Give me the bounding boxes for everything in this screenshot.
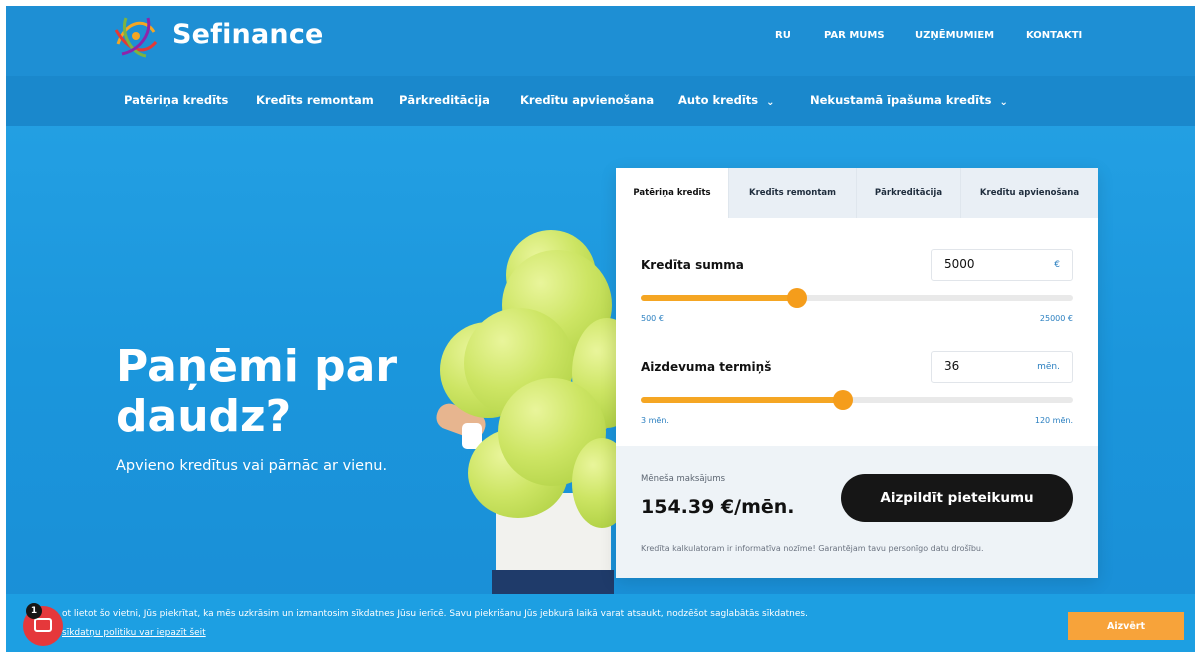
brand-name[interactable]: Sefinance: [172, 19, 324, 50]
calculator-disclaimer: Kredīta kalkulatoram ir informatīva nozī…: [641, 544, 984, 553]
cookie-text: ot lietot šo vietni, Jūs piekrītat, ka m…: [62, 609, 808, 619]
chat-widget-button[interactable]: 1: [23, 603, 63, 646]
hero-subtitle: Apvieno kredītus vai pārnāc ar vienu.: [116, 458, 388, 474]
cookie-close-button[interactable]: Aizvērt: [1068, 612, 1184, 640]
hero-illustration: [426, 218, 642, 610]
calculator-tabs: Patēriņa kredīts Kredīts remontam Pārkre…: [616, 168, 1098, 218]
top-nav-business[interactable]: UZŅĒMUMIEM: [915, 30, 994, 41]
loan-calculator: Patēriņa kredīts Kredīts remontam Pārkre…: [616, 168, 1098, 578]
amount-slider-track[interactable]: [641, 288, 1073, 308]
sefinance-logo-icon[interactable]: [112, 14, 160, 60]
term-label: Aizdevuma termiņš: [641, 360, 772, 374]
amount-max-label: 25000 €: [1039, 314, 1073, 323]
apply-button[interactable]: Aizpildīt pieteikumu: [841, 474, 1073, 522]
top-nav-about[interactable]: PAR MUMS: [824, 30, 885, 41]
tab-renovation-credit[interactable]: Kredīts remontam: [728, 168, 856, 218]
calculator-summary: Mēneša maksājums 154.39 €/mēn. Aizpildīt…: [616, 446, 1098, 578]
nav-credit-consolidation[interactable]: Kredītu apvienošana: [520, 93, 654, 107]
term-max-label: 120 mēn.: [1034, 416, 1073, 425]
amount-unit: €: [1054, 260, 1060, 270]
nav-real-estate-credit[interactable]: Nekustamā īpašuma kredīts ⌄: [810, 93, 1008, 108]
top-nav-ru[interactable]: RU: [775, 30, 791, 41]
tab-consumer-credit[interactable]: Patēriņa kredīts: [616, 168, 728, 218]
monthly-payment-value: 154.39 €/mēn.: [641, 496, 795, 518]
cookie-banner: ot lietot šo vietni, Jūs piekrītat, ka m…: [6, 594, 1195, 652]
chat-icon: [34, 618, 52, 632]
tab-credit-consolidation[interactable]: Kredītu apvienošana: [960, 168, 1098, 218]
top-nav-contacts[interactable]: KONTAKTI: [1026, 30, 1082, 41]
tab-refinancing[interactable]: Pārkreditācija: [856, 168, 960, 218]
hero-title: Paņēmi par daudz?: [116, 341, 398, 442]
top-header: Sefinance RU PAR MUMS UZŅĒMUMIEM KONTAKT…: [6, 6, 1195, 76]
amount-input[interactable]: [944, 257, 1034, 271]
nav-consumer-credit[interactable]: Patēriņa kredīts: [124, 93, 228, 107]
monthly-payment-label: Mēneša maksājums: [641, 474, 726, 484]
amount-label: Kredīta summa: [641, 258, 744, 272]
chevron-down-icon: ⌄: [766, 97, 775, 108]
term-slider-handle[interactable]: [833, 390, 854, 410]
term-input[interactable]: [944, 359, 1034, 373]
term-min-label: 3 mēn.: [641, 416, 669, 425]
page: Sefinance RU PAR MUMS UZŅĒMUMIEM KONTAKT…: [6, 6, 1195, 652]
term-unit: mēn.: [1037, 362, 1060, 372]
term-slider-track[interactable]: [641, 390, 1073, 410]
chat-notification-badge: 1: [26, 603, 42, 619]
term-slider-fill: [641, 397, 844, 403]
chevron-down-icon: ⌄: [999, 97, 1008, 108]
cookie-policy-link[interactable]: sīkdatņu politiku var iepazīt šeit: [62, 628, 206, 638]
amount-slider-fill: [641, 295, 798, 301]
amount-slider-handle[interactable]: [787, 288, 808, 308]
nav-auto-credit[interactable]: Auto kredīts ⌄: [678, 93, 775, 108]
term-field-box: mēn.: [931, 351, 1073, 383]
amount-min-label: 500 €: [641, 314, 664, 323]
amount-field-box: €: [931, 249, 1073, 281]
nav-renovation-credit[interactable]: Kredīts remontam: [256, 93, 374, 107]
main-nav: Patēriņa kredīts Kredīts remontam Pārkre…: [6, 76, 1195, 126]
nav-refinancing[interactable]: Pārkreditācija: [399, 93, 490, 107]
